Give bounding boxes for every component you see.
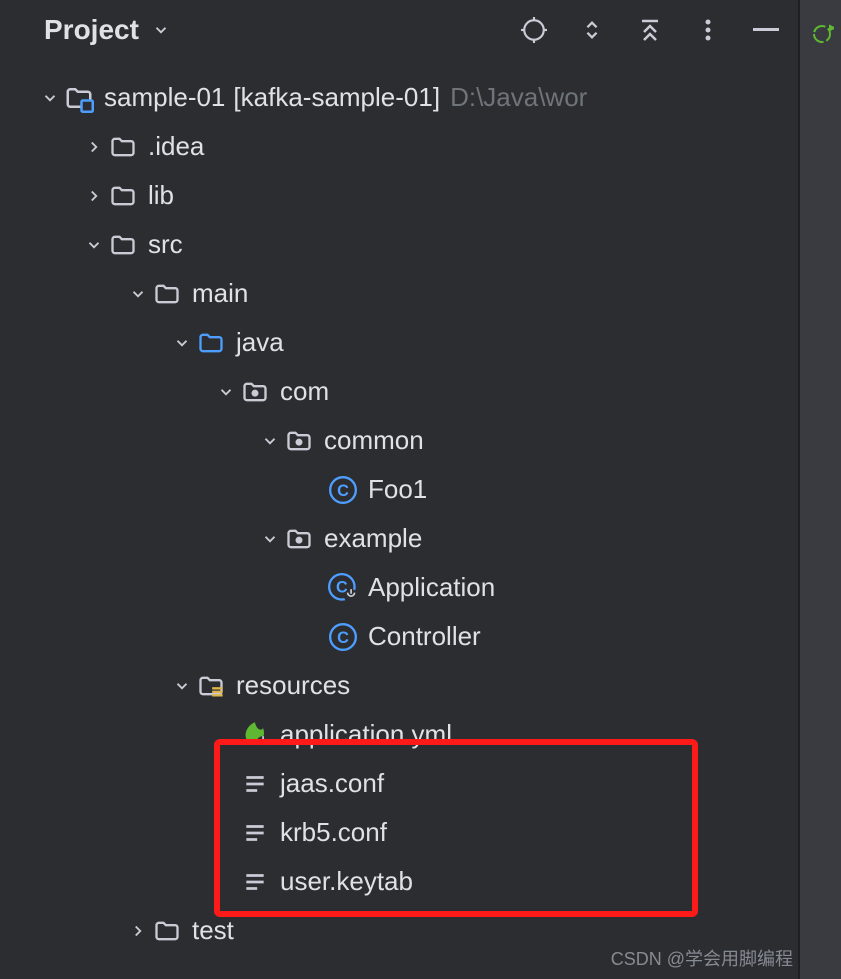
tree-node-example[interactable]: example [0, 514, 798, 563]
text-file-icon [240, 867, 270, 897]
node-label: sample-01 [104, 82, 225, 113]
editor-gutter [800, 0, 841, 979]
tree-node-resources[interactable]: resources [0, 661, 798, 710]
tree-node-lib[interactable]: lib [0, 171, 798, 220]
tree-node-controller[interactable]: · C Controller [0, 612, 798, 661]
expand-collapse-icon[interactable] [578, 16, 606, 44]
class-icon: C [328, 622, 358, 652]
node-label: common [324, 425, 424, 456]
folder-icon [152, 279, 182, 309]
tree-node-appyml[interactable]: · application.yml [0, 710, 798, 759]
tree-node-main[interactable]: main [0, 269, 798, 318]
tree-node-src[interactable]: src [0, 220, 798, 269]
run-gutter-icon[interactable] [810, 22, 834, 53]
chevron-down-icon [147, 16, 175, 44]
resources-folder-icon [196, 671, 226, 701]
chevron-down-icon[interactable] [168, 677, 196, 695]
tree-node-java[interactable]: java [0, 318, 798, 367]
chevron-right-icon[interactable] [80, 138, 108, 156]
svg-text:C: C [337, 628, 349, 646]
folder-icon [108, 230, 138, 260]
panel-title-dropdown[interactable]: Project [44, 14, 175, 46]
folder-icon [108, 181, 138, 211]
node-label: application.yml [280, 719, 452, 750]
project-tree: sample-01 [[kafka-sample-01]kafka-sample… [0, 61, 798, 967]
node-label: Application [368, 572, 495, 603]
chevron-down-icon[interactable] [256, 432, 284, 450]
chevron-right-icon[interactable] [80, 187, 108, 205]
panel-header: Project [0, 0, 798, 61]
node-label: krb5.conf [280, 817, 387, 848]
chevron-down-icon[interactable] [124, 285, 152, 303]
node-label: .idea [148, 131, 204, 162]
tree-node-krb5[interactable]: · krb5.conf [0, 808, 798, 857]
chevron-down-icon[interactable] [256, 530, 284, 548]
more-icon[interactable] [694, 16, 722, 44]
panel-actions [520, 16, 780, 44]
tree-node-idea[interactable]: .idea [0, 122, 798, 171]
node-label: test [192, 915, 234, 946]
watermark: CSDN @学会用脚编程 [611, 945, 793, 971]
node-label: jaas.conf [280, 768, 384, 799]
locate-icon[interactable] [520, 16, 548, 44]
project-panel: Project [0, 0, 800, 979]
module-folder-icon [64, 83, 94, 113]
node-label: com [280, 376, 329, 407]
tree-node-keytab[interactable]: · user.keytab [0, 857, 798, 906]
node-label: Controller [368, 621, 481, 652]
package-icon [284, 426, 314, 456]
node-label: Foo1 [368, 474, 427, 505]
chevron-right-icon[interactable] [124, 922, 152, 940]
chevron-down-icon[interactable] [212, 383, 240, 401]
node-label: user.keytab [280, 866, 413, 897]
node-path: D:\Java\wor [450, 82, 587, 113]
svg-text:C: C [337, 481, 349, 499]
tree-node-application[interactable]: · C Application [0, 563, 798, 612]
node-label: main [192, 278, 248, 309]
node-label: src [148, 229, 183, 260]
class-runnable-icon: C [328, 573, 358, 603]
node-label: lib [148, 180, 174, 211]
tree-node-jaas[interactable]: · jaas.conf [0, 759, 798, 808]
text-file-icon [240, 769, 270, 799]
source-folder-icon [196, 328, 226, 358]
tree-node-root[interactable]: sample-01 [[kafka-sample-01]kafka-sample… [0, 73, 798, 122]
tree-node-common[interactable]: common [0, 416, 798, 465]
node-label: java [236, 327, 284, 358]
tree-node-com[interactable]: com [0, 367, 798, 416]
text-file-icon [240, 818, 270, 848]
class-icon: C [328, 475, 358, 505]
panel-title: Project [44, 14, 139, 46]
chevron-down-icon[interactable] [36, 89, 64, 107]
chevron-down-icon[interactable] [168, 334, 196, 352]
node-bracket: [[kafka-sample-01]kafka-sample-01] [233, 82, 440, 113]
chevron-down-icon[interactable] [80, 236, 108, 254]
collapse-all-icon[interactable] [636, 16, 664, 44]
tree-node-foo1[interactable]: · C Foo1 [0, 465, 798, 514]
minimize-icon[interactable] [752, 16, 780, 44]
node-label: example [324, 523, 422, 554]
package-icon [284, 524, 314, 554]
folder-icon [108, 132, 138, 162]
node-label: resources [236, 670, 350, 701]
folder-icon [152, 916, 182, 946]
package-icon [240, 377, 270, 407]
spring-config-icon [240, 720, 270, 750]
